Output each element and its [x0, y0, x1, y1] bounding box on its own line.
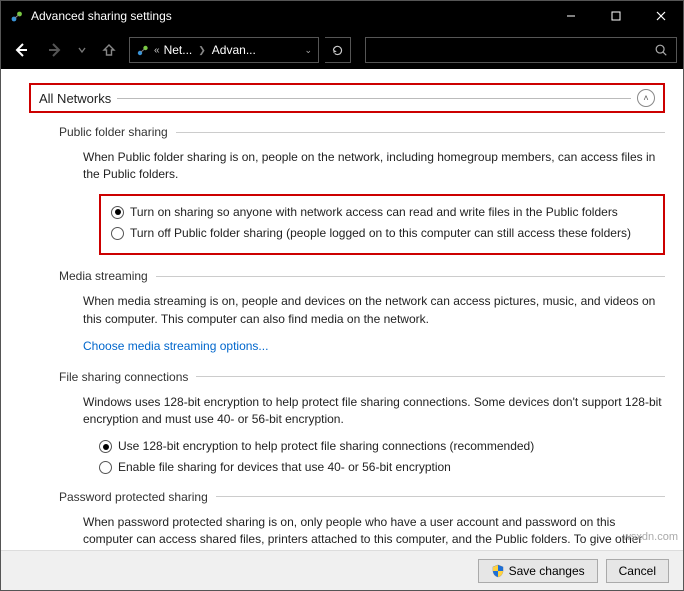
- window-title: Advanced sharing settings: [31, 9, 172, 23]
- close-button[interactable]: [638, 1, 683, 31]
- nav-up-button[interactable]: [95, 36, 123, 64]
- cancel-button[interactable]: Cancel: [606, 559, 669, 583]
- radio-icon: [99, 440, 112, 453]
- minimize-button[interactable]: [548, 1, 593, 31]
- nav-recent-button[interactable]: [75, 36, 89, 64]
- search-icon: [654, 43, 668, 57]
- breadcrumb-part-2[interactable]: Advan...: [212, 43, 256, 57]
- file-sharing-options: Use 128-bit encryption to help protect f…: [99, 438, 665, 476]
- radio-encryption-128[interactable]: Use 128-bit encryption to help protect f…: [99, 438, 665, 455]
- breadcrumb-part-1[interactable]: Net...: [164, 43, 193, 57]
- nav-back-button[interactable]: [7, 36, 35, 64]
- section-description: Windows uses 128-bit encryption to help …: [83, 394, 665, 429]
- chevron-right-icon: ❯: [198, 45, 206, 56]
- section-title: Password protected sharing: [59, 490, 208, 504]
- chevron-up-icon[interactable]: ˄: [637, 89, 655, 107]
- maximize-button[interactable]: [593, 1, 638, 31]
- section-file-sharing-connections: File sharing connections Windows uses 12…: [59, 370, 665, 476]
- network-icon: [9, 8, 25, 24]
- breadcrumb[interactable]: « Net... ❯ Advan... ⌄: [129, 37, 319, 63]
- nav-forward-button[interactable]: [41, 36, 69, 64]
- watermark: wsxdn.com: [623, 531, 678, 543]
- section-description: When Public folder sharing is on, people…: [83, 149, 665, 184]
- radio-icon: [111, 206, 124, 219]
- public-folder-options: Turn on sharing so anyone with network a…: [99, 194, 665, 256]
- titlebar: Advanced sharing settings: [1, 1, 683, 31]
- save-changes-button[interactable]: Save changes: [478, 559, 598, 583]
- window-frame: Advanced sharing settings: [0, 0, 684, 591]
- section-title: Public folder sharing: [59, 125, 168, 139]
- section-title: Media streaming: [59, 269, 148, 283]
- search-input[interactable]: [365, 37, 677, 63]
- navbar: « Net... ❯ Advan... ⌄: [1, 31, 683, 69]
- radio-encryption-40-56[interactable]: Enable file sharing for devices that use…: [99, 459, 665, 476]
- shield-icon: [491, 564, 505, 578]
- radio-icon: [111, 227, 124, 240]
- window-controls: [548, 1, 683, 31]
- section-public-folder-sharing: Public folder sharing When Public folder…: [59, 125, 665, 255]
- accordion-all-networks[interactable]: All Networks ˄: [29, 83, 665, 113]
- section-title: File sharing connections: [59, 370, 188, 384]
- radio-public-sharing-on[interactable]: Turn on sharing so anyone with network a…: [111, 204, 653, 221]
- section-media-streaming: Media streaming When media streaming is …: [59, 269, 665, 355]
- media-streaming-options-link[interactable]: Choose media streaming options...: [83, 339, 268, 353]
- network-icon: [136, 43, 150, 57]
- section-description: When media streaming is on, people and d…: [83, 293, 665, 328]
- accordion-title: All Networks: [39, 91, 111, 106]
- chevron-down-icon[interactable]: ⌄: [304, 45, 312, 56]
- content-panel: All Networks ˄ Public folder sharing Whe…: [1, 69, 683, 550]
- radio-public-sharing-off[interactable]: Turn off Public folder sharing (people l…: [111, 225, 653, 242]
- section-password-protected-sharing: Password protected sharing When password…: [59, 490, 665, 550]
- footer: Save changes Cancel: [1, 550, 683, 590]
- section-description: When password protected sharing is on, o…: [83, 514, 665, 550]
- refresh-button[interactable]: [325, 37, 351, 63]
- radio-icon: [99, 461, 112, 474]
